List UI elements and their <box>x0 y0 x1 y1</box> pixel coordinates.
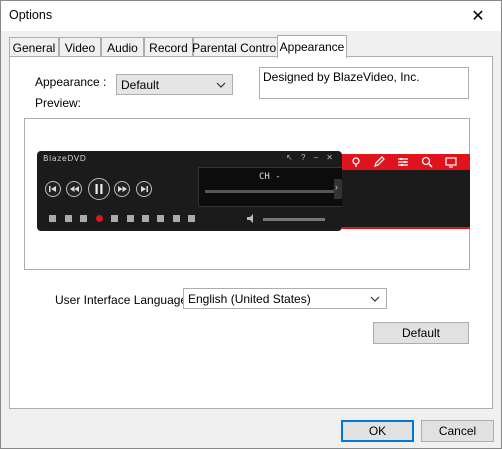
equalizer-icon <box>398 158 408 166</box>
tab-general[interactable]: General <box>9 37 59 57</box>
player-window-controls: ↖ ? – ✕ <box>286 153 336 162</box>
skin-description: Designed by BlazeVideo, Inc. <box>259 67 469 99</box>
menu-icon <box>188 215 195 222</box>
expand-arrow-icon: › <box>335 182 338 192</box>
record-icon <box>96 215 103 222</box>
volume-slider <box>263 218 325 221</box>
edit-icon <box>374 156 385 167</box>
playlist-icon <box>65 215 72 222</box>
rewind-icon <box>66 181 82 197</box>
volume-icon <box>247 214 253 223</box>
player-brand: BlazeDVD <box>43 154 87 163</box>
close-icon[interactable]: ✕ <box>455 1 501 31</box>
seek-bar <box>205 190 354 193</box>
title-bar: Options ✕ <box>1 1 501 31</box>
expand-panel-tab: › <box>334 179 342 199</box>
skin-red-toolbar <box>342 154 470 170</box>
folder-icon <box>80 215 87 222</box>
previous-icon <box>45 181 61 197</box>
chevron-down-icon <box>216 82 226 88</box>
chevron-down-icon <box>370 296 380 302</box>
appearance-select-value: Default <box>121 77 160 92</box>
skin-red-underline <box>342 227 470 229</box>
snapshot-icon <box>173 215 180 222</box>
ok-button[interactable]: OK <box>341 420 414 442</box>
pause-icon <box>88 178 110 200</box>
default-button[interactable]: Default <box>373 322 469 344</box>
tab-appearance[interactable]: Appearance <box>277 35 347 58</box>
appearance-label: Appearance : <box>35 75 107 89</box>
tab-video[interactable]: Video <box>59 37 101 57</box>
preview-label: Preview: <box>35 96 82 110</box>
next-icon <box>136 181 152 197</box>
options-dialog: Options ✕ General Video Audio Record Par… <box>0 0 502 449</box>
fullscreen-icon <box>127 215 134 222</box>
language-label: User Interface Language: <box>55 293 191 307</box>
zoom-in-icon <box>421 156 433 168</box>
tab-record[interactable]: Record <box>144 37 193 57</box>
skin-dark-panel <box>342 170 470 228</box>
tab-parental-control[interactable]: Parental Control <box>192 37 279 57</box>
window-title: Options <box>9 8 53 22</box>
display-text: CH - <box>259 172 281 182</box>
player-skin-preview: BlazeDVD ↖ ? – ✕ CH - <box>37 151 359 231</box>
player-titlebar: BlazeDVD ↖ ? – ✕ <box>37 151 342 165</box>
tab-audio[interactable]: Audio <box>101 37 144 57</box>
language-select-value: English (United States) <box>188 291 311 306</box>
screen-icon <box>445 157 457 168</box>
location-icon <box>352 157 360 167</box>
cancel-button[interactable]: Cancel <box>421 420 494 442</box>
appearance-select[interactable]: Default <box>116 74 233 95</box>
fast-forward-icon <box>114 181 130 197</box>
eject-icon <box>49 215 56 222</box>
language-select[interactable]: English (United States) <box>183 288 387 309</box>
zoom-icon <box>142 215 149 222</box>
ab-repeat-icon <box>111 215 118 222</box>
subtitle-icon <box>157 215 164 222</box>
